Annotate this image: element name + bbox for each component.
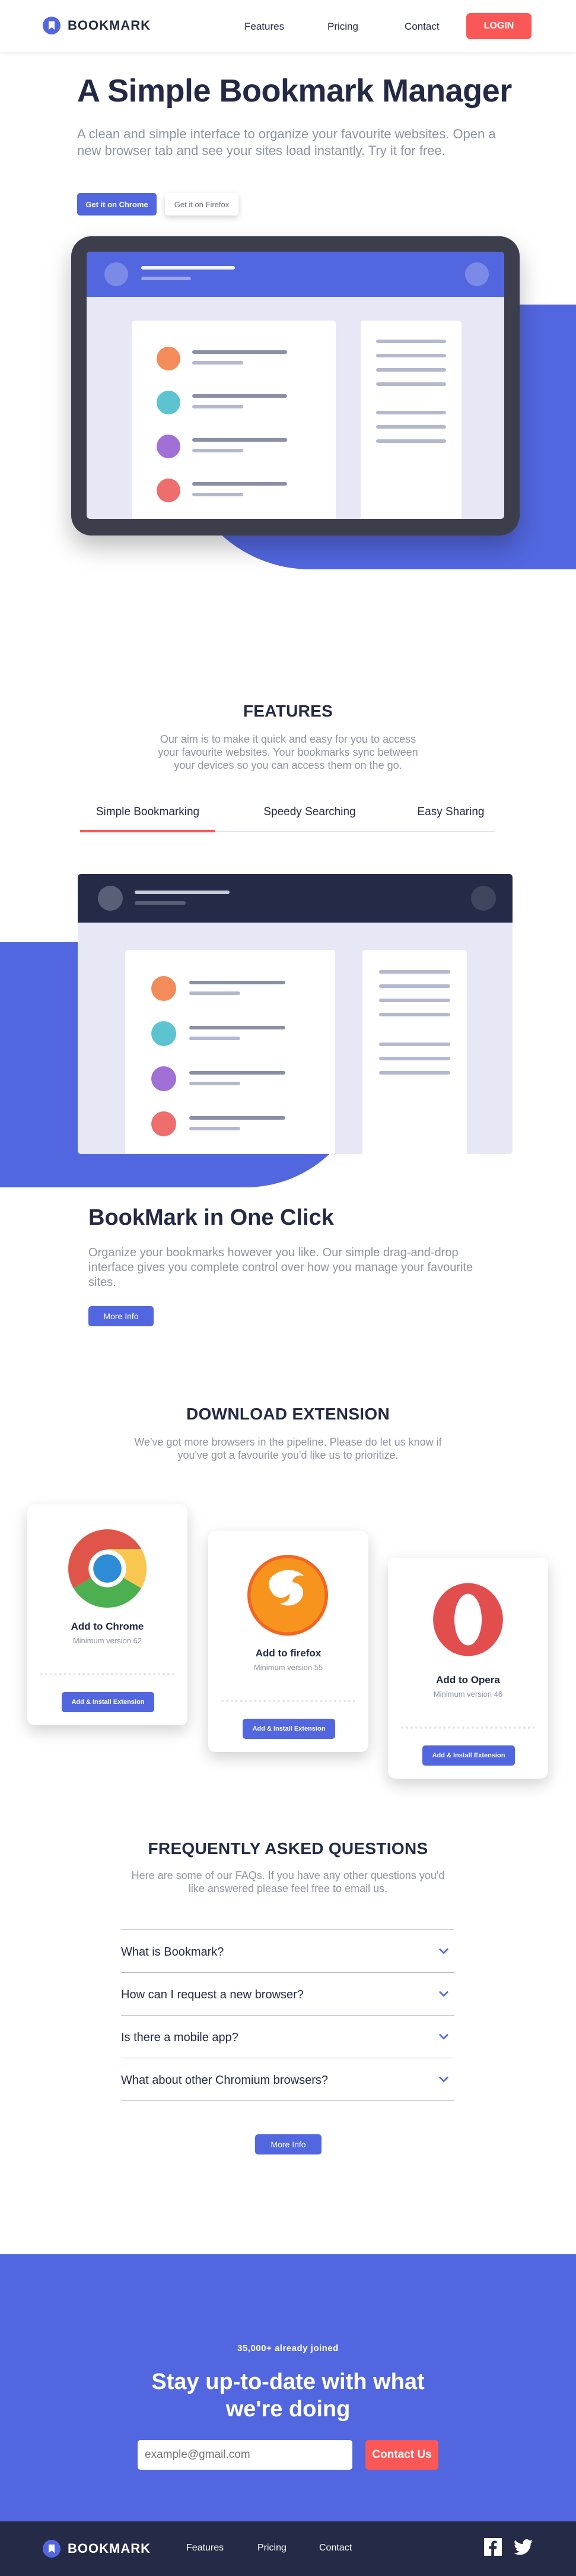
feature-panel-text: Organize your bookmarks however you like… bbox=[88, 1246, 473, 1289]
hero-subtitle: A clean and simple interface to organize… bbox=[77, 126, 496, 158]
tab-simple-bookmarking[interactable]: Simple Bookmarking bbox=[80, 806, 215, 819]
faq-question: What about other Chromium browsers? bbox=[121, 2074, 329, 2087]
nav-link-contact[interactable]: Contact bbox=[405, 21, 440, 33]
contact-us-button[interactable]: Contact Us bbox=[365, 2440, 438, 2470]
chrome-card-version: Minimum version 62 bbox=[72, 1636, 142, 1645]
nav-link-features[interactable]: Features bbox=[244, 21, 284, 33]
tab-speedy-searching[interactable]: Speedy Searching bbox=[242, 806, 377, 819]
get-firefox-button[interactable]: Get it on Firefox bbox=[165, 193, 238, 216]
firefox-extension-card: Add to firefox Minimum version 55 Add & … bbox=[208, 1531, 368, 1752]
chrome-install-button[interactable]: Add & Install Extension bbox=[62, 1692, 154, 1712]
download-title: DOWNLOAD EXTENSION bbox=[186, 1405, 390, 1423]
opera-extension-card: Add to Opera Minimum version 46 Add & In… bbox=[388, 1558, 548, 1779]
feature-more-info-button[interactable]: More Info bbox=[88, 1306, 154, 1326]
footer-brand-name: BOOKMARK bbox=[68, 2541, 151, 2556]
firefox-card-title: Add to firefox bbox=[255, 1647, 322, 1659]
twitter-icon[interactable] bbox=[514, 2539, 533, 2555]
footer-link-pricing[interactable]: Pricing bbox=[257, 2543, 287, 2553]
facebook-icon[interactable] bbox=[484, 2538, 502, 2556]
feature-panel-title: BookMark in One Click bbox=[88, 1205, 334, 1230]
top-navbar: BOOKMARK Features Pricing Contact LOGIN bbox=[0, 0, 576, 52]
faq-item[interactable]: What is Bookmark? bbox=[121, 1930, 454, 1973]
firefox-logo-icon bbox=[247, 1555, 328, 1636]
faq-item[interactable]: Is there a mobile app? bbox=[121, 2016, 454, 2058]
illustration-header-bar bbox=[78, 874, 513, 923]
chevron-down-icon[interactable] bbox=[439, 1989, 448, 1999]
login-button[interactable]: LOGIN bbox=[466, 13, 532, 39]
opera-install-button[interactable]: Add & Install Extension bbox=[422, 1745, 515, 1766]
screen-folder-list bbox=[361, 321, 462, 519]
illustration-folder-list bbox=[362, 950, 467, 1154]
tablet-screen bbox=[87, 252, 504, 519]
faq-question: Is there a mobile app? bbox=[121, 2031, 238, 2044]
faq-intro: Here are some of our FAQs. If you have a… bbox=[131, 1870, 445, 1894]
features-intro: Our aim is to make it quick and easy for… bbox=[158, 733, 418, 771]
newsletter-title: Stay up-to-date with what we're doing bbox=[151, 2369, 425, 2422]
hero-tablet-illustration bbox=[71, 236, 520, 536]
faq-more-info-button[interactable]: More Info bbox=[255, 2134, 322, 2154]
features-title: FEATURES bbox=[243, 702, 333, 720]
chevron-down-icon[interactable] bbox=[439, 1947, 448, 1956]
footer-link-contact[interactable]: Contact bbox=[319, 2543, 352, 2553]
card-divider bbox=[221, 1700, 355, 1702]
nav-link-pricing[interactable]: Pricing bbox=[327, 21, 358, 33]
chevron-down-icon[interactable] bbox=[439, 2032, 448, 2042]
faq-item[interactable]: How can I request a new browser? bbox=[121, 1973, 454, 2016]
download-intro: We've got more browsers in the pipeline.… bbox=[134, 1436, 442, 1461]
faq-question: How can I request a new browser? bbox=[121, 1988, 304, 2001]
newsletter-section: 35,000+ already joined Stay up-to-date w… bbox=[0, 2254, 576, 2521]
chrome-extension-card: Add to Chrome Minimum version 62 Add & I… bbox=[27, 1504, 187, 1725]
get-chrome-button[interactable]: Get it on Chrome bbox=[77, 193, 157, 216]
card-divider bbox=[40, 1673, 174, 1675]
opera-card-version: Minimum version 46 bbox=[433, 1690, 503, 1699]
faq-question: What is Bookmark? bbox=[121, 1946, 224, 1959]
hero-title: A Simple Bookmark Manager bbox=[77, 73, 512, 109]
opera-logo-icon bbox=[433, 1583, 503, 1656]
bookmark-logo-icon bbox=[43, 2540, 61, 2558]
screen-header-bar bbox=[87, 252, 504, 297]
firefox-install-button[interactable]: Add & Install Extension bbox=[243, 1719, 335, 1739]
feature-illustration bbox=[78, 874, 513, 1154]
chevron-down-icon[interactable] bbox=[439, 2075, 448, 2084]
footer: BOOKMARK Features Pricing Contact bbox=[0, 2521, 576, 2576]
joined-count: 35,000+ already joined bbox=[237, 2343, 339, 2353]
screen-bookmark-list bbox=[132, 321, 336, 519]
illustration-bookmark-list bbox=[125, 950, 335, 1154]
footer-brand-logo[interactable]: BOOKMARK bbox=[43, 2540, 151, 2558]
footer-link-features[interactable]: Features bbox=[186, 2543, 224, 2553]
brand-name: BOOKMARK bbox=[68, 18, 151, 33]
firefox-card-version: Minimum version 55 bbox=[253, 1663, 323, 1672]
active-tab-indicator bbox=[80, 830, 215, 832]
tab-easy-sharing[interactable]: Easy Sharing bbox=[383, 806, 518, 819]
opera-card-title: Add to Opera bbox=[436, 1674, 500, 1685]
chrome-logo-icon bbox=[68, 1529, 147, 1608]
faq-title: FREQUENTLY ASKED QUESTIONS bbox=[148, 1839, 428, 1858]
brand-logo[interactable]: BOOKMARK bbox=[43, 17, 151, 34]
card-divider bbox=[401, 1726, 535, 1729]
faq-item[interactable]: What about other Chromium browsers? bbox=[121, 2058, 454, 2101]
chrome-card-title: Add to Chrome bbox=[71, 1621, 144, 1632]
bookmark-logo-icon bbox=[43, 17, 61, 34]
email-input[interactable] bbox=[138, 2440, 352, 2470]
